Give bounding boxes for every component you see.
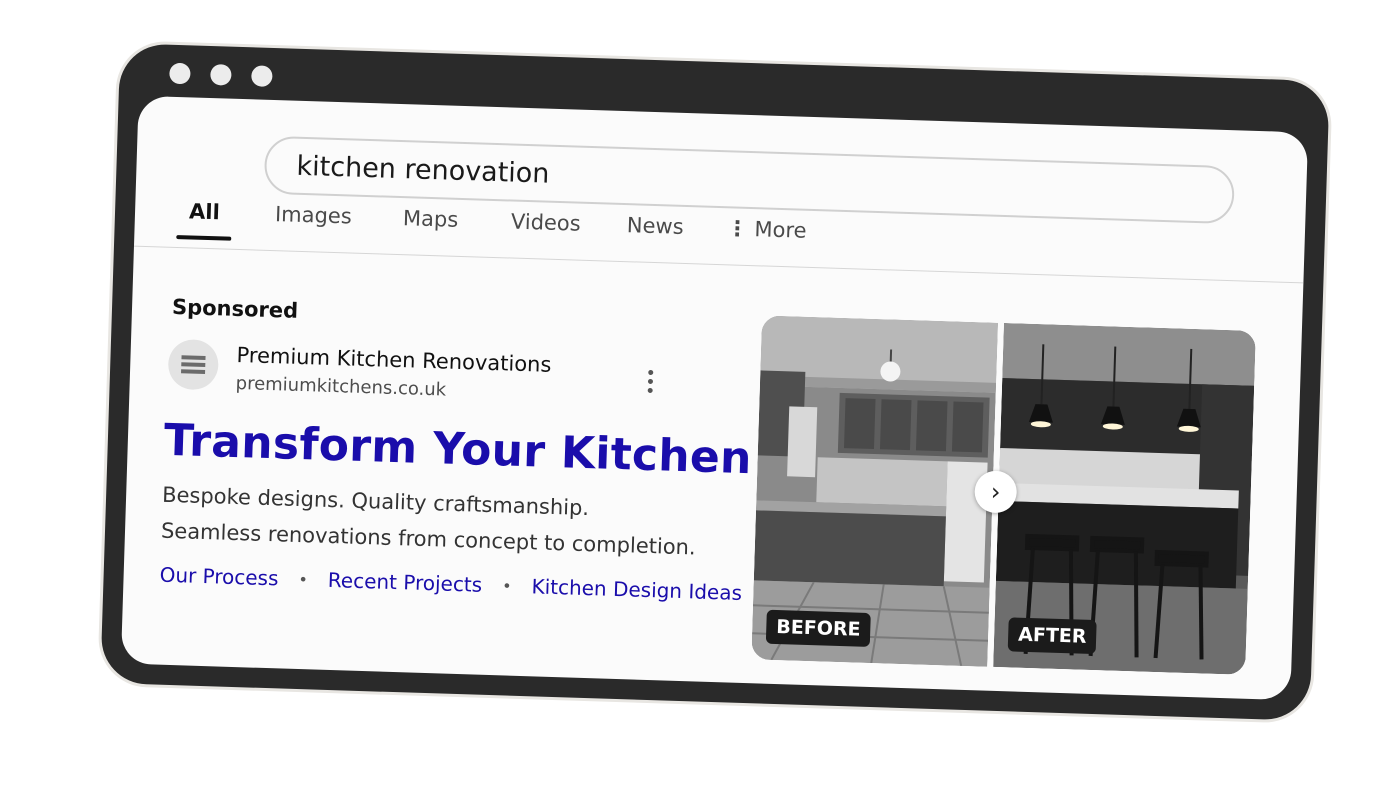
- sitelinks: Our Process • Recent Projects • Kitchen …: [159, 563, 742, 605]
- before-kitchen-image[interactable]: BEFORE: [751, 315, 998, 667]
- advertiser-logo-icon[interactable]: [167, 338, 220, 391]
- before-after-gallery: BEFORE AFTER ›: [751, 315, 1256, 675]
- browser-window: kitchen renovation All Images Maps Video…: [100, 43, 1330, 721]
- tab-label: All: [188, 199, 221, 225]
- advertiser-name[interactable]: Premium Kitchen Renovations: [236, 343, 552, 377]
- window-dot-icon[interactable]: [251, 65, 273, 87]
- ad-description: Bespoke designs. Quality craftsmanship. …: [160, 477, 697, 566]
- sitelink-recent-projects[interactable]: Recent Projects: [328, 568, 483, 597]
- tab-news[interactable]: News: [627, 213, 684, 239]
- sponsored-label: Sponsored: [171, 294, 299, 323]
- window-dot-icon[interactable]: [169, 62, 191, 85]
- separator-dot: •: [298, 569, 309, 589]
- sitelink-kitchen-design-ideas[interactable]: Kitchen Design Ideas: [531, 574, 742, 605]
- sitelink-our-process[interactable]: Our Process: [159, 563, 279, 591]
- after-kitchen-image[interactable]: AFTER: [993, 323, 1256, 675]
- tab-videos[interactable]: Videos: [511, 210, 582, 236]
- tab-label: News: [626, 213, 684, 239]
- window-dot-icon[interactable]: [210, 64, 232, 86]
- before-label: BEFORE: [765, 609, 872, 647]
- after-label: AFTER: [1007, 617, 1097, 655]
- tab-images[interactable]: Images: [275, 202, 352, 228]
- tab-label: More: [754, 217, 807, 243]
- search-results-page: kitchen renovation All Images Maps Video…: [120, 95, 1309, 701]
- vertical-dots-icon: ⋮: [726, 216, 749, 241]
- tab-more[interactable]: ⋮ More: [726, 216, 806, 242]
- tab-label: Maps: [402, 206, 459, 232]
- advertiser-url[interactable]: premiumkitchens.co.uk: [235, 373, 446, 401]
- active-tab-indicator: [176, 235, 231, 241]
- tab-label: Images: [274, 202, 353, 229]
- window-controls: [169, 62, 273, 87]
- search-query: kitchen renovation: [296, 150, 550, 190]
- tab-label: Videos: [510, 209, 582, 236]
- ad-headline-link[interactable]: Transform Your Kitchen: [163, 415, 752, 484]
- tab-maps[interactable]: Maps: [403, 206, 459, 232]
- separator-dot: •: [501, 575, 512, 596]
- tab-all[interactable]: All: [176, 199, 231, 241]
- more-options-icon[interactable]: [647, 369, 654, 394]
